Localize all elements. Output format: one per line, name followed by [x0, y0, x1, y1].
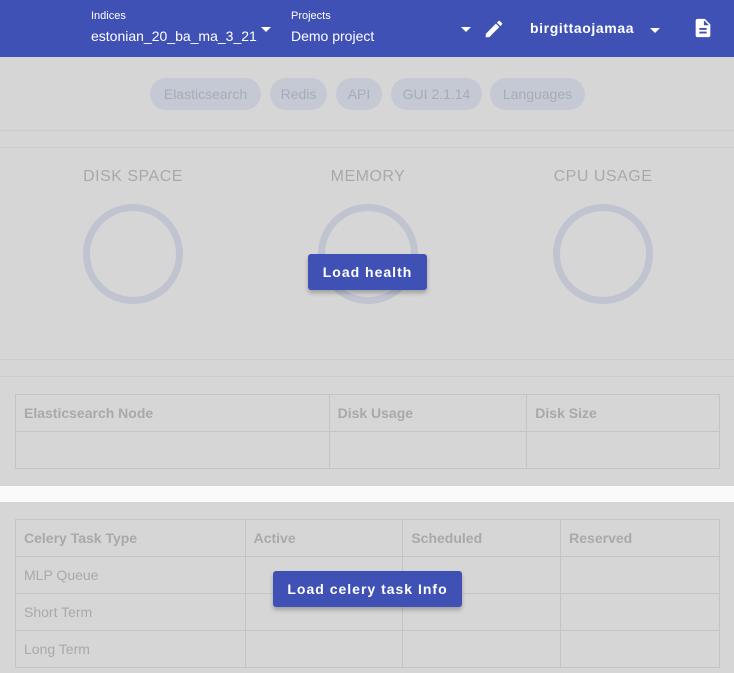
table-row: [15, 431, 720, 469]
table-cell: [560, 556, 720, 594]
table-cell: [328, 431, 528, 469]
indices-select[interactable]: Indices estonian_20_ba_ma_3_21: [91, 10, 257, 44]
divider: [0, 130, 734, 131]
chip-elasticsearch[interactable]: Elasticsearch: [150, 78, 261, 110]
table-cell: [526, 431, 720, 469]
load-health-button[interactable]: Load health: [308, 254, 427, 290]
chip-languages[interactable]: Languages: [490, 78, 585, 110]
chip-api[interactable]: API: [336, 78, 382, 110]
table-cell: [15, 431, 330, 469]
column-header: Reserved: [560, 519, 720, 557]
document-icon[interactable]: [692, 16, 714, 40]
chevron-down-icon[interactable]: [461, 27, 471, 32]
service-chips: Elasticsearch Redis API GUI 2.1.14 Langu…: [0, 78, 734, 110]
top-app-bar: Indices estonian_20_ba_ma_3_21 Projects …: [0, 0, 734, 57]
column-header: Scheduled: [402, 519, 562, 557]
table-cell: [244, 630, 404, 668]
table-cell: Short Term: [15, 593, 246, 631]
table-row: Long Term: [15, 630, 720, 668]
chevron-down-icon[interactable]: [650, 28, 660, 33]
table-cell: [402, 630, 562, 668]
divider: [0, 359, 734, 360]
divider: [0, 376, 734, 377]
table-cell: Long Term: [15, 630, 246, 668]
column-header: Disk Usage: [328, 394, 528, 432]
table-cell: [560, 630, 720, 668]
table-cell: [560, 593, 720, 631]
column-header: Celery Task Type: [15, 519, 246, 557]
load-celery-task-info-button[interactable]: Load celery task Info: [273, 571, 462, 607]
column-header: Active: [244, 519, 404, 557]
indices-label: Indices: [91, 10, 126, 22]
column-header: Elasticsearch Node: [15, 394, 330, 432]
chevron-down-icon[interactable]: [261, 27, 271, 32]
projects-select[interactable]: Projects Demo project: [291, 10, 374, 44]
chip-gui-version[interactable]: GUI 2.1.14: [391, 78, 482, 110]
divider: [0, 147, 734, 148]
elasticsearch-node-table: Elasticsearch Node Disk Usage Disk Size: [15, 394, 720, 469]
disk-space-title: DISK SPACE: [83, 168, 183, 185]
celery-panel: Celery Task Type Active Scheduled Reserv…: [0, 502, 734, 673]
cpu-usage-title: CPU USAGE: [553, 168, 653, 185]
section-gap: [0, 486, 734, 502]
user-menu[interactable]: birgittaojamaa: [530, 20, 634, 36]
cpu-usage-gauge: [553, 204, 653, 304]
memory-title: MEMORY: [330, 168, 406, 185]
column-header: Disk Size: [526, 394, 720, 432]
pencil-icon[interactable]: [483, 18, 505, 40]
projects-label: Projects: [291, 10, 331, 22]
chip-redis[interactable]: Redis: [270, 78, 327, 110]
disk-space-gauge: [83, 204, 183, 304]
health-panel: Elasticsearch Redis API GUI 2.1.14 Langu…: [0, 57, 734, 486]
indices-value: estonian_20_ba_ma_3_21: [91, 28, 257, 44]
table-cell: MLP Queue: [15, 556, 246, 594]
projects-value: Demo project: [291, 28, 375, 44]
